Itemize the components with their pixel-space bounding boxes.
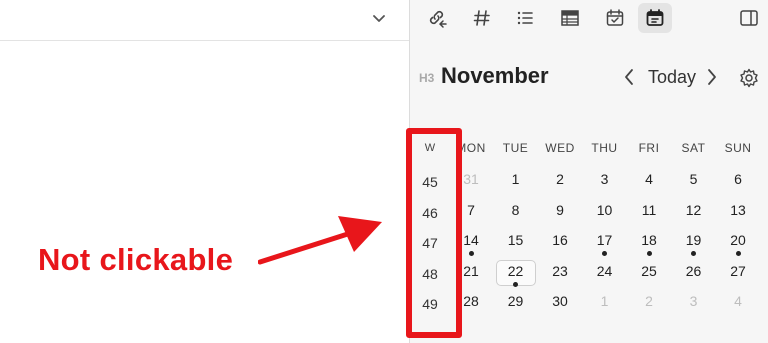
note-indicator-dot: [468, 251, 474, 256]
day-cell[interactable]: 1: [585, 293, 625, 309]
note-indicator-dot: [735, 251, 741, 256]
table-button[interactable]: [553, 3, 587, 33]
day-cell[interactable]: 24: [585, 263, 625, 279]
day-cell[interactable]: 22: [496, 263, 536, 279]
day-cell[interactable]: 13: [718, 202, 758, 218]
day-header-wed: WED: [545, 141, 575, 155]
day-cell[interactable]: 9: [540, 202, 580, 218]
note-indicator-dot: [513, 281, 518, 287]
day-cell[interactable]: 18: [629, 232, 669, 248]
day-cell[interactable]: 12: [674, 202, 714, 218]
list-icon: [517, 11, 533, 25]
day-cell[interactable]: 20: [718, 232, 758, 248]
calendar-check-icon: [606, 9, 624, 26]
note-indicator-dot: [691, 251, 696, 256]
week-column-highlight: [406, 128, 462, 338]
tags-button[interactable]: [465, 3, 499, 33]
backlinks-button[interactable]: [420, 3, 454, 33]
outline-button[interactable]: [508, 3, 542, 33]
tasks-calendar-button[interactable]: [598, 3, 632, 33]
day-cell[interactable]: 2: [540, 171, 580, 187]
day-cell[interactable]: 10: [585, 202, 625, 218]
day-cell[interactable]: 16: [540, 232, 580, 248]
day-header-thu: THU: [591, 141, 618, 155]
table-icon: [561, 10, 579, 26]
calendar-note-icon: [646, 9, 664, 26]
editor-header: [0, 0, 409, 41]
day-cell[interactable]: 26: [674, 263, 714, 279]
day-cell[interactable]: 23: [540, 263, 580, 279]
day-cell[interactable]: 5: [674, 171, 714, 187]
chevron-down-icon[interactable]: [370, 10, 388, 28]
heading-level-tag: H3: [419, 71, 435, 85]
day-cell[interactable]: 3: [674, 293, 714, 309]
annotation-label: Not clickable: [38, 242, 234, 277]
day-cell[interactable]: 25: [629, 263, 669, 279]
day-cell[interactable]: 27: [718, 263, 758, 279]
day-header-sat: SAT: [681, 141, 706, 155]
sidebar-toggle-icon: [740, 10, 758, 26]
day-cell[interactable]: 3: [585, 171, 625, 187]
day-cell[interactable]: 19: [674, 232, 714, 248]
gear-icon[interactable]: [738, 67, 760, 89]
day-cell[interactable]: 4: [629, 171, 669, 187]
day-cell[interactable]: 30: [540, 293, 580, 309]
day-cell[interactable]: 17: [585, 232, 625, 248]
day-cell[interactable]: 8: [496, 202, 536, 218]
sidebar-toggle-button[interactable]: [732, 3, 766, 33]
link-back-icon: [429, 10, 447, 28]
arrow-annotation: [258, 216, 382, 265]
chevron-left-icon[interactable]: [621, 66, 637, 88]
day-cell[interactable]: 6: [718, 171, 758, 187]
note-indicator-dot: [602, 251, 607, 256]
chevron-right-icon[interactable]: [704, 66, 720, 88]
note-indicator-dot: [646, 251, 652, 256]
day-header-tue: TUE: [502, 141, 529, 155]
today-button[interactable]: Today: [648, 67, 696, 88]
day-cell[interactable]: 4: [718, 293, 758, 309]
day-header-fri: FRI: [638, 141, 660, 155]
day-cell[interactable]: 29: [496, 293, 536, 309]
day-cell[interactable]: 11: [629, 202, 669, 218]
day-cell[interactable]: 2: [629, 293, 669, 309]
month-title: November: [441, 63, 549, 88]
right-sidebar: H3 November Today W MON TUE WED THU FRI SAT SUN…: [409, 0, 768, 343]
day-cell[interactable]: 1: [496, 171, 536, 187]
day-header-sun: SUN: [724, 141, 752, 155]
calendar-notes-button[interactable]: [638, 3, 672, 33]
day-cell[interactable]: 15: [496, 232, 536, 248]
hashtag-icon: [473, 10, 490, 26]
sidebar-toolbar: [410, 0, 768, 38]
